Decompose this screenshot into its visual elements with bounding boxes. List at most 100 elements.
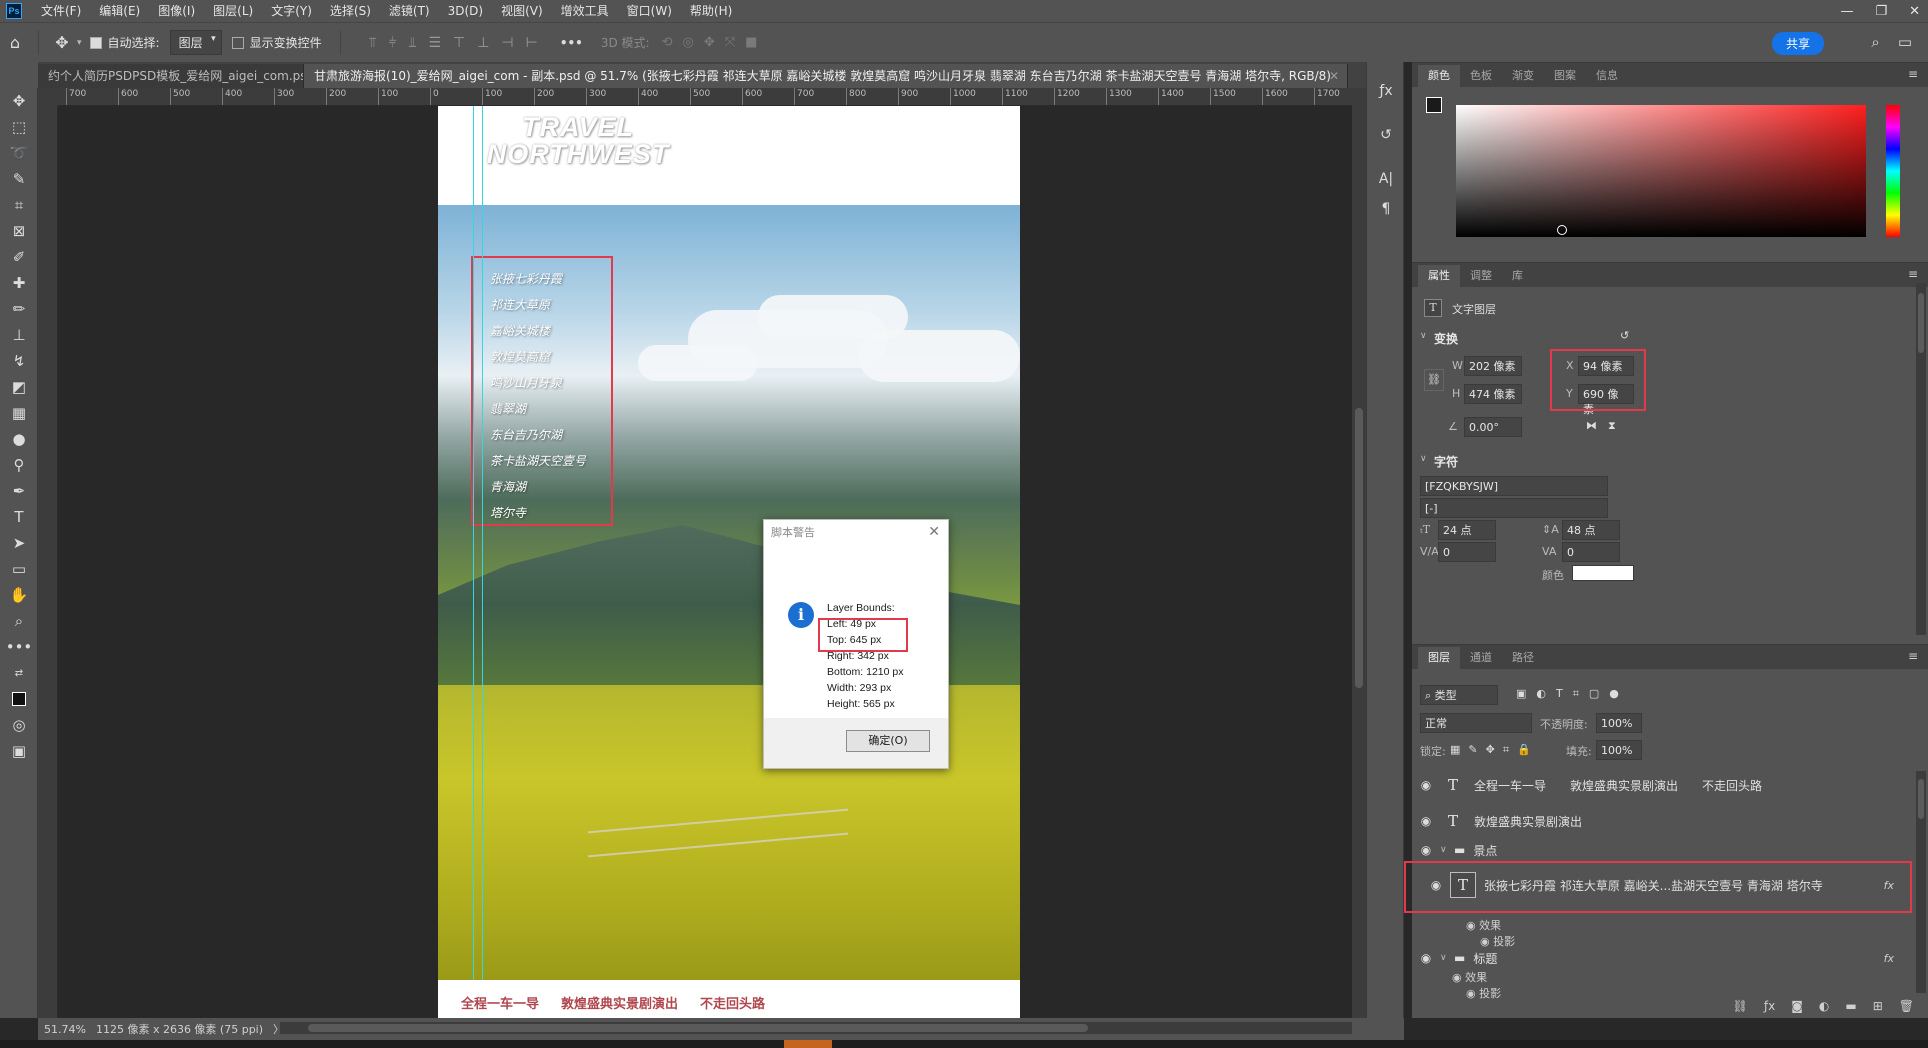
shape-tool-icon[interactable]: ▭: [0, 556, 38, 582]
more-tools-icon[interactable]: •••: [0, 634, 38, 660]
flip-horizontal-icon[interactable]: ⧓: [1586, 419, 1597, 432]
lock-icons[interactable]: ▦✎✥⌗🔒: [1450, 743, 1539, 757]
opacity-field[interactable]: 100%: [1596, 713, 1642, 733]
effects-row[interactable]: ◉ 效果: [1466, 917, 1501, 933]
quick-mask-icon[interactable]: ◎: [0, 712, 38, 738]
frame-tool-icon[interactable]: ⊠: [0, 218, 38, 244]
menu-select[interactable]: 选择(S): [321, 0, 380, 22]
brush-tool-icon[interactable]: ✏: [0, 296, 38, 322]
menu-file[interactable]: 文件(F): [32, 0, 90, 22]
panel-menu-icon[interactable]: ≡: [1908, 267, 1918, 281]
path-select-icon[interactable]: ➤: [0, 530, 38, 556]
tab-layers[interactable]: 图层: [1418, 647, 1460, 669]
auto-select-checkbox[interactable]: [89, 36, 102, 49]
zoom-level[interactable]: 51.74%: [44, 1023, 86, 1036]
layer-group-row[interactable]: ◉ ∨ ▬ 标题 fx: [1412, 949, 1912, 967]
menu-type[interactable]: 文字(Y): [262, 0, 321, 22]
vertical-scrollbar[interactable]: [1352, 88, 1366, 1018]
selected-layer[interactable]: ◉ T 张掖七彩丹霞 祁连大草原 嘉峪关...盐湖天空壹号 青海湖 塔尔寺 fx: [1404, 861, 1912, 913]
angle-field[interactable]: 0.00°: [1464, 417, 1522, 437]
chevron-down-icon[interactable]: ∨: [1420, 331, 1427, 341]
blur-tool-icon[interactable]: ●: [0, 426, 38, 452]
hue-slider[interactable]: [1886, 105, 1900, 237]
character-panel-icon[interactable]: A|: [1367, 164, 1405, 194]
leading-field[interactable]: 48 点: [1562, 520, 1620, 540]
tab-color[interactable]: 颜色: [1418, 65, 1460, 87]
tab-properties[interactable]: 属性: [1418, 265, 1460, 287]
swap-colors-icon[interactable]: ⇄: [0, 660, 38, 686]
fx-icon[interactable]: fx: [1884, 952, 1894, 965]
history-panel-icon[interactable]: ↺: [1367, 120, 1405, 150]
panel-scrollbar[interactable]: [1916, 771, 1926, 993]
reset-transform-icon[interactable]: ↺: [1620, 329, 1629, 342]
menu-edit[interactable]: 编辑(E): [90, 0, 149, 22]
show-transform-checkbox[interactable]: [231, 36, 244, 49]
tab-libraries[interactable]: 库: [1502, 265, 1533, 287]
color-picker-field[interactable]: [1456, 105, 1866, 237]
add-mask-icon[interactable]: ◙: [1791, 999, 1803, 1013]
menu-help[interactable]: 帮助(H): [681, 0, 741, 22]
gradient-tool-icon[interactable]: ▦: [0, 400, 38, 426]
workspace-icon[interactable]: ▭: [1898, 33, 1912, 51]
ok-button[interactable]: 确定(O): [846, 730, 930, 752]
flip-vertical-icon[interactable]: ⧗: [1608, 419, 1616, 433]
paragraph-panel-icon[interactable]: ¶: [1367, 194, 1405, 224]
fx-panel-icon[interactable]: ƒx: [1367, 76, 1405, 106]
marquee-tool-icon[interactable]: ⬚: [0, 114, 38, 140]
eraser-icon[interactable]: ◩: [0, 374, 38, 400]
new-layer-icon[interactable]: ⊞: [1873, 999, 1883, 1013]
tab-info[interactable]: 信息: [1586, 65, 1628, 87]
panel-scrollbar[interactable]: [1916, 283, 1926, 635]
menu-view[interactable]: 视图(V): [492, 0, 552, 22]
filter-icons[interactable]: ▣◐T⌗▢●: [1516, 687, 1629, 701]
menu-image[interactable]: 图像(I): [149, 0, 204, 22]
healing-brush-icon[interactable]: ✚: [0, 270, 38, 296]
eye-icon[interactable]: ◉: [1412, 951, 1440, 965]
guide-line[interactable]: [482, 106, 483, 1018]
more-options-button[interactable]: •••: [560, 36, 583, 50]
search-icon[interactable]: ⌕: [1871, 33, 1879, 51]
scroll-thumb[interactable]: [1355, 408, 1363, 688]
move-tool-icon[interactable]: ✥: [0, 88, 38, 114]
link-icon[interactable]: ⛓: [1424, 369, 1444, 391]
tracking-field[interactable]: 0: [1562, 542, 1620, 562]
font-family-select[interactable]: [FZQKBYSJW]: [1420, 476, 1608, 496]
height-field[interactable]: 474 像素: [1464, 384, 1522, 404]
distribute-right-icon[interactable]: ⊢: [526, 35, 538, 51]
chevron-down-icon[interactable]: ∨: [1440, 953, 1454, 963]
restore-button[interactable]: ❐: [1875, 4, 1887, 19]
tab-swatches[interactable]: 色板: [1460, 65, 1502, 87]
chevron-down-icon[interactable]: ∨: [1440, 845, 1454, 855]
layer-row[interactable]: ◉ T 敦煌盛典实景剧演出: [1412, 809, 1912, 833]
canvas-area[interactable]: TRAVEL NORTHWEST 张掖七彩丹霞 祁连大草原 嘉峪关城楼 敦煌莫高…: [58, 106, 1352, 1018]
menu-window[interactable]: 窗口(W): [618, 0, 681, 22]
link-layers-icon[interactable]: ⛓: [1733, 999, 1748, 1013]
history-brush-icon[interactable]: ↯: [0, 348, 38, 374]
layer-filter-select[interactable]: ⌕ 类型: [1420, 685, 1498, 705]
font-style-select[interactable]: [-]: [1420, 498, 1608, 518]
hand-tool-icon[interactable]: ✋: [0, 582, 38, 608]
scroll-thumb[interactable]: [1918, 779, 1924, 819]
chevron-down-icon[interactable]: ∨: [1420, 454, 1427, 464]
character-header[interactable]: 字符: [1434, 453, 1458, 470]
layer-group-row[interactable]: ◉ ∨ ▬ 景点: [1412, 841, 1912, 859]
transform-header[interactable]: 变换: [1434, 330, 1458, 347]
screen-mode-icon[interactable]: ▣: [0, 738, 38, 764]
tab-paths[interactable]: 路径: [1502, 647, 1544, 669]
home-icon[interactable]: ⌂: [0, 33, 30, 52]
tab-gradients[interactable]: 渐变: [1502, 65, 1544, 87]
adjustment-layer-icon[interactable]: ◐: [1819, 999, 1829, 1013]
effects-row[interactable]: ◉ 效果: [1452, 969, 1487, 985]
distribute-left-icon[interactable]: ⊣: [501, 35, 513, 51]
scroll-thumb[interactable]: [1918, 293, 1924, 353]
guide-line[interactable]: [473, 106, 474, 1018]
color-swatches[interactable]: [0, 686, 38, 712]
eye-icon[interactable]: ◉: [1412, 843, 1440, 857]
foreground-color-swatch[interactable]: [1426, 97, 1442, 113]
type-tool-icon[interactable]: T: [0, 504, 38, 530]
width-field[interactable]: 202 像素: [1464, 356, 1522, 376]
horizontal-scrollbar[interactable]: [280, 1022, 1352, 1034]
blend-mode-select[interactable]: 正常: [1420, 713, 1532, 733]
tab-gansu-poster[interactable]: 甘肃旅游海报(10)_爱给网_aigei_com - 副本.psd @ 51.7…: [304, 64, 1348, 88]
menu-3d[interactable]: 3D(D): [439, 0, 492, 22]
